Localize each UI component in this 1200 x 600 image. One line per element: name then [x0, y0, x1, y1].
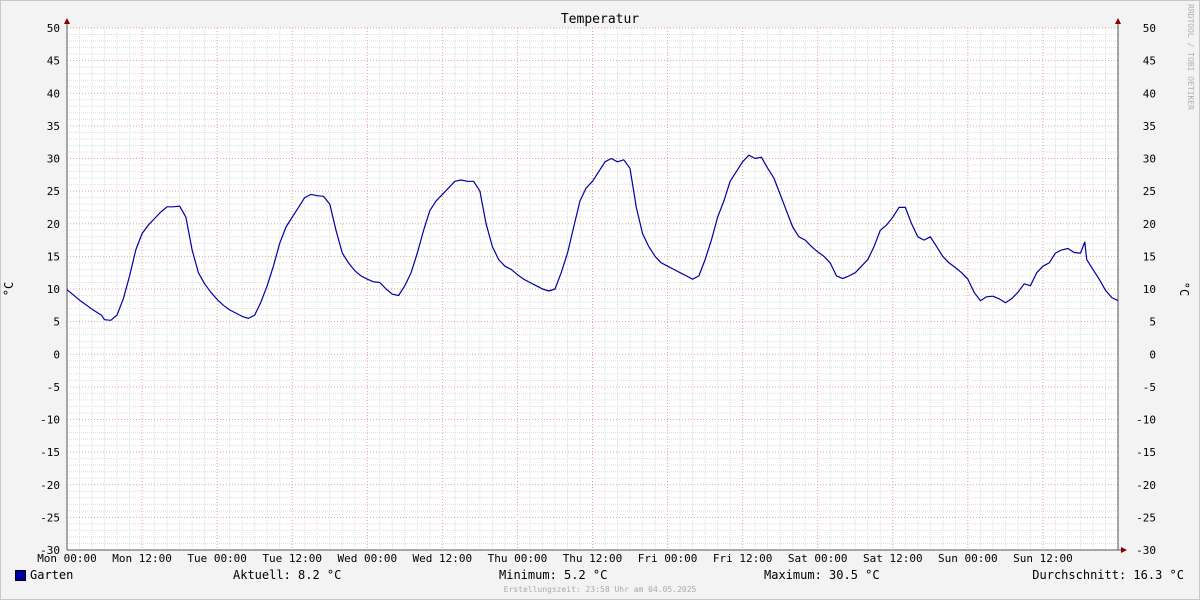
legend-minimum: Minimum: 5.2 °C	[499, 568, 608, 582]
y-tick-label: -10	[40, 414, 60, 427]
chart-title: Temperatur	[561, 12, 639, 27]
y-tick-label: 5	[53, 316, 60, 329]
x-tick-label: Sat 12:00	[863, 552, 923, 565]
x-tick-label: Fri 12:00	[713, 552, 773, 565]
y-tick-label: 20	[1143, 218, 1156, 231]
y-tick-label: 35	[1143, 120, 1156, 133]
y-tick-label: 40	[1143, 87, 1156, 100]
y-tick-label: 5	[1149, 316, 1156, 329]
y-tick-label: 50	[1143, 22, 1156, 35]
x-tick-label: Thu 12:00	[563, 552, 623, 565]
x-axis-labels: Mon 00:00 Mon 12:00 Tue 00:00 Tue 12:00 Wed …	[37, 552, 1073, 565]
rrdtool-watermark: RRDTOOL / TOBI OETIKER	[1186, 4, 1195, 110]
y-axis-left-labels: 50454035302520151050-5-10-15-20-25-30	[40, 22, 60, 557]
y-tick-label: 30	[47, 153, 60, 166]
y-tick-label: 10	[1143, 283, 1156, 296]
y-axis-right-labels: 50454035302520151050-5-10-15-20-25-30	[1136, 22, 1156, 557]
y-axis-label-left: °C	[2, 282, 16, 296]
y-tick-label: 45	[1143, 55, 1156, 68]
y-tick-label: -30	[1136, 544, 1156, 557]
y-tick-label: -10	[1136, 414, 1156, 427]
y-tick-label: -5	[47, 381, 60, 394]
y-tick-label: 50	[47, 22, 60, 35]
y-tick-label: 35	[47, 120, 60, 133]
y-tick-label: 15	[1143, 250, 1156, 263]
y-tick-label: -15	[40, 446, 60, 459]
y-tick-label: 30	[1143, 153, 1156, 166]
legend-maximum: Maximum: 30.5 °C	[764, 568, 880, 582]
x-tick-label: Tue 00:00	[187, 552, 247, 565]
x-tick-label: Mon 00:00	[37, 552, 97, 565]
y-tick-label: -20	[1136, 479, 1156, 492]
x-tick-label: Tue 12:00	[262, 552, 322, 565]
x-tick-label: Sun 00:00	[938, 552, 998, 565]
x-tick-label: Mon 12:00	[112, 552, 172, 565]
legend-series-name: Garten	[30, 568, 74, 582]
y-tick-label: -25	[1136, 511, 1156, 524]
y-tick-label: 25	[1143, 185, 1156, 198]
y-axis-left-arrow	[64, 18, 70, 24]
creation-timestamp: Erstellungszeit: 23:58 Uhr am 04.05.2025	[503, 585, 697, 594]
y-tick-label: -5	[1143, 381, 1156, 394]
x-tick-label: Wed 00:00	[337, 552, 397, 565]
x-axis-arrow	[1121, 547, 1127, 553]
legend-average: Durchschnitt: 16.3 °C	[1032, 568, 1184, 582]
x-tick-label: Thu 00:00	[488, 552, 548, 565]
x-tick-label: Fri 00:00	[638, 552, 698, 565]
y-tick-label: 0	[1149, 348, 1156, 361]
y-tick-label: -15	[1136, 446, 1156, 459]
y-tick-label: 25	[47, 185, 60, 198]
x-tick-label: Wed 12:00	[413, 552, 473, 565]
y-axis-right-arrow	[1115, 18, 1121, 24]
y-tick-label: 15	[47, 250, 60, 263]
y-tick-label: 45	[47, 55, 60, 68]
y-tick-label: 40	[47, 87, 60, 100]
x-tick-label: Sun 12:00	[1013, 552, 1073, 565]
y-tick-label: 0	[53, 348, 60, 361]
x-tick-label: Sat 00:00	[788, 552, 848, 565]
y-tick-label: -20	[40, 479, 60, 492]
y-tick-label: -25	[40, 511, 60, 524]
temperature-chart: 50454035302520151050-5-10-15-20-25-30 50…	[2, 4, 1195, 565]
legend-current: Aktuell: 8.2 °C	[233, 568, 342, 582]
y-tick-label: 10	[47, 283, 60, 296]
legend-swatch	[15, 570, 26, 581]
y-axis-label-right: °C	[1177, 282, 1191, 296]
y-tick-label: 20	[47, 218, 60, 231]
